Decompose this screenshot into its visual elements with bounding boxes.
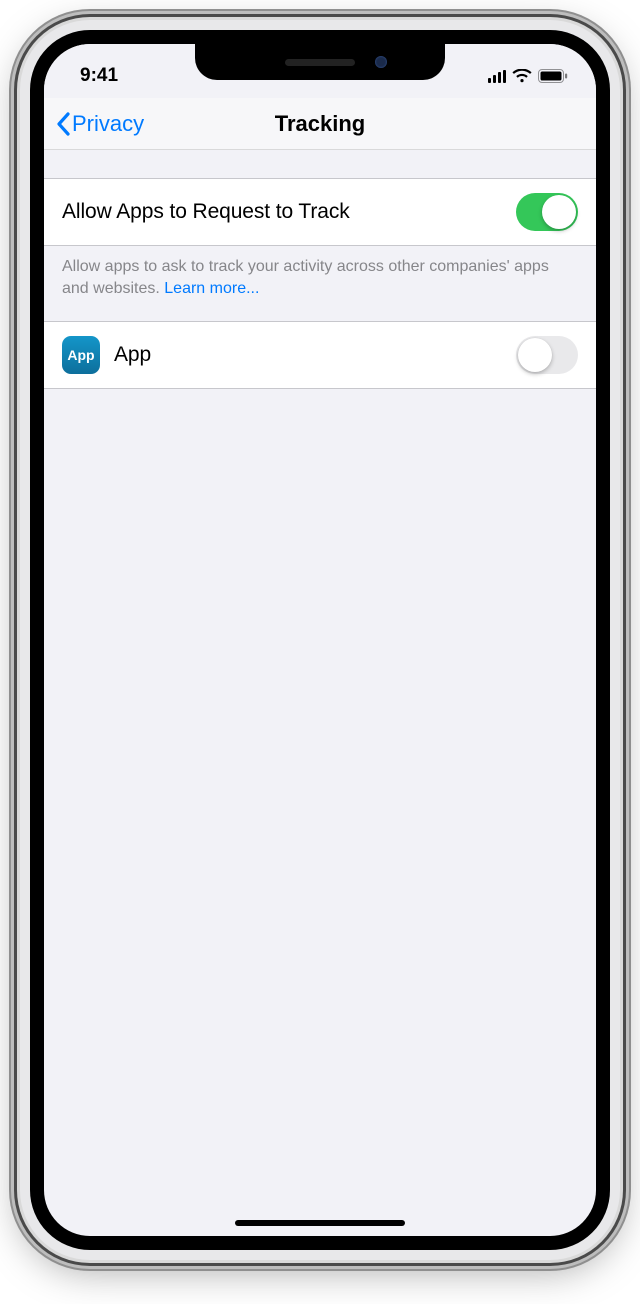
chevron-left-icon [56,112,70,136]
settings-content: Allow Apps to Request to Track Allow app… [44,150,596,389]
navigation-bar: Privacy Tracking [44,98,596,150]
battery-icon [538,69,568,83]
allow-apps-toggle[interactable] [516,193,578,231]
earpiece-speaker [285,59,355,66]
device-screen: 9:41 Privacy Tracking [44,44,596,1236]
status-right-icons [488,69,569,83]
home-indicator[interactable] [235,1220,405,1226]
app-tracking-row: App App [44,321,596,389]
app-name-label: App [114,343,151,367]
back-button[interactable]: Privacy [56,111,144,137]
allow-apps-to-request-to-track-row: Allow Apps to Request to Track [44,178,596,246]
device-notch [195,44,445,80]
app-tracking-toggle[interactable] [516,336,578,374]
section-footer: Allow apps to ask to track your activity… [44,246,596,321]
cellular-icon [488,70,507,83]
status-time: 9:41 [80,65,118,87]
allow-apps-label: Allow Apps to Request to Track [62,200,350,224]
device-bezel: 9:41 Privacy Tracking [30,30,610,1250]
wifi-icon [512,69,532,83]
toggle-knob [542,195,576,229]
toggle-knob [518,338,552,372]
footer-description: Allow apps to ask to track your activity… [62,258,549,297]
back-button-label: Privacy [72,111,144,137]
iphone-device-frame: 9:41 Privacy Tracking [20,20,620,1260]
front-camera [375,56,387,68]
app-icon: App [62,336,100,374]
learn-more-link[interactable]: Learn more... [164,280,259,297]
app-icon-label: App [67,347,94,363]
